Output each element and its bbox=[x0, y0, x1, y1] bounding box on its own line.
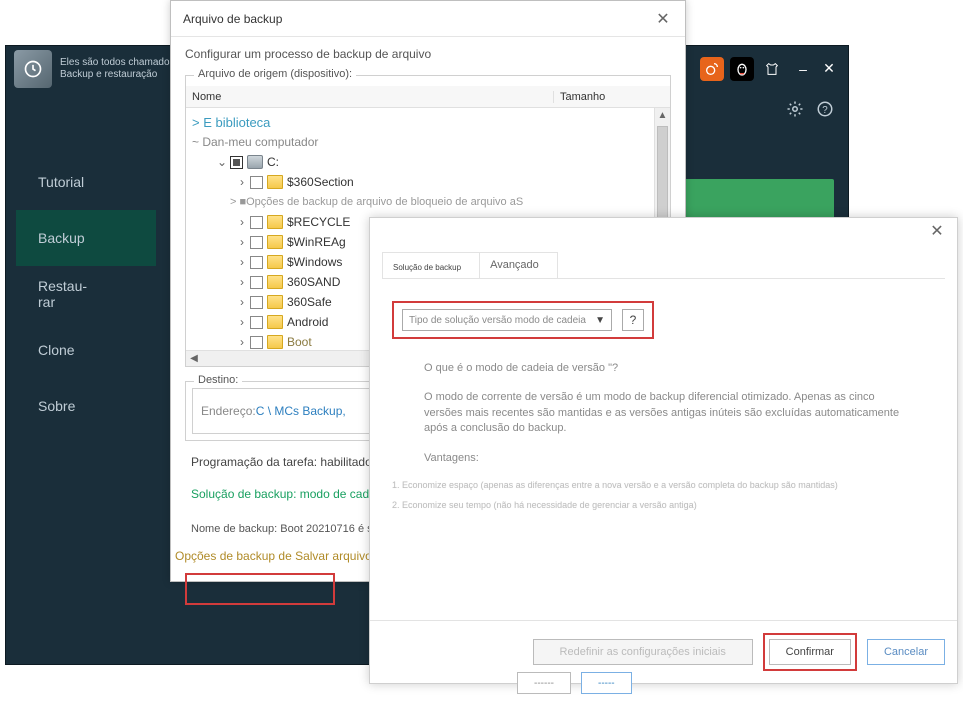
chevron-right-icon[interactable]: › bbox=[234, 175, 250, 189]
folder-icon bbox=[267, 275, 283, 289]
chevron-right-icon[interactable]: › bbox=[234, 255, 250, 269]
cancel-button[interactable]: Cancelar bbox=[867, 639, 945, 665]
advantage-item: 1. Economize espaço (apenas as diferença… bbox=[392, 480, 935, 490]
source-legend: Arquivo de origem (dispositivo): bbox=[194, 68, 356, 80]
folder-icon bbox=[267, 315, 283, 329]
close-button[interactable]: ✕ bbox=[818, 58, 840, 80]
close-icon[interactable]: ✕ bbox=[927, 221, 947, 241]
checkbox-partial[interactable] bbox=[230, 156, 243, 169]
tree-item-computer[interactable]: ~ Dan-meu computador bbox=[186, 132, 654, 152]
checkbox[interactable] bbox=[250, 336, 263, 349]
help-icon[interactable]: ? bbox=[814, 98, 836, 120]
options-footer: Redefinir as configurações iniciais Conf… bbox=[370, 620, 957, 683]
caret-down-icon: ▼ bbox=[595, 315, 605, 326]
folder-icon bbox=[267, 335, 283, 349]
chevron-down-icon[interactable]: ⌄ bbox=[214, 155, 230, 169]
checkbox[interactable] bbox=[250, 276, 263, 289]
checkbox[interactable] bbox=[250, 176, 263, 189]
backup-options-dialog: ✕ Solução de backup Avançado Tipo de sol… bbox=[369, 217, 958, 684]
sidebar-item-clone[interactable]: Clone bbox=[16, 322, 156, 378]
options-titlebar: ✕ bbox=[370, 218, 957, 244]
tree-lock-hint: > ■ Opções de backup de arquivo de bloqu… bbox=[186, 192, 654, 212]
checkbox[interactable] bbox=[250, 236, 263, 249]
confirm-button[interactable]: Confirmar bbox=[769, 639, 851, 665]
window-controls: – ✕ bbox=[792, 58, 840, 80]
systray bbox=[700, 57, 784, 81]
destination-legend: Destino: bbox=[194, 374, 242, 386]
help-button[interactable]: ? bbox=[622, 309, 644, 331]
dialog-subtitle: Configurar um processo de backup de arqu… bbox=[185, 47, 671, 61]
chevron-right-icon[interactable]: › bbox=[234, 275, 250, 289]
chevron-right-icon[interactable]: › bbox=[234, 315, 250, 329]
chevron-right-icon[interactable]: › bbox=[234, 235, 250, 249]
tree-item-c-drive[interactable]: ⌄ C: bbox=[186, 152, 654, 172]
qq-icon[interactable] bbox=[730, 57, 754, 81]
checkbox[interactable] bbox=[250, 216, 263, 229]
col-name[interactable]: Nome bbox=[186, 91, 554, 103]
svg-text:?: ? bbox=[822, 104, 828, 115]
dialog-titlebar: Arquivo de backup ✕ bbox=[171, 1, 685, 37]
chevron-right-icon[interactable]: › bbox=[234, 215, 250, 229]
highlight-box-confirm: Confirmar bbox=[763, 633, 857, 671]
advantage-item: 2. Economize seu tempo (não há necessida… bbox=[392, 500, 935, 510]
highlight-box-select: Tipo de solução versão modo de cadeia ▼ … bbox=[392, 301, 654, 339]
sidebar-item-tutorial[interactable]: Tutorial bbox=[16, 154, 156, 210]
sidebar-item-restore[interactable]: Restau- rar bbox=[16, 266, 156, 322]
select-value: Tipo de solução versão modo de cadeia bbox=[409, 315, 586, 326]
dest-prefix: Endereço: bbox=[201, 404, 256, 418]
folder-icon bbox=[267, 175, 283, 189]
tree-item[interactable]: ›$360Section bbox=[186, 172, 654, 192]
dialog-title: Arquivo de backup bbox=[183, 12, 282, 26]
shirt-icon[interactable] bbox=[760, 57, 784, 81]
tab-advanced[interactable]: Avançado bbox=[479, 252, 558, 278]
solution-type-select[interactable]: Tipo de solução versão modo de cadeia ▼ bbox=[402, 309, 612, 331]
sidebar: Tutorial Backup Restau- rar Clone Sobre bbox=[16, 154, 156, 434]
scroll-up-icon[interactable]: ▲ bbox=[655, 108, 670, 124]
col-size[interactable]: Tamanho bbox=[554, 91, 654, 103]
dest-path: C \ MCs Backup, bbox=[256, 404, 346, 418]
chevron-right-icon[interactable]: › bbox=[234, 295, 250, 309]
app-logo-icon bbox=[14, 50, 52, 88]
reset-button[interactable]: Redefinir as configurações iniciais bbox=[533, 639, 753, 665]
weibo-icon[interactable] bbox=[700, 57, 724, 81]
disk-icon bbox=[247, 155, 263, 169]
checkbox[interactable] bbox=[250, 296, 263, 309]
description-block: O que é o modo de cadeia de versão "? O … bbox=[424, 361, 903, 466]
minimize-button[interactable]: – bbox=[792, 58, 814, 80]
tree-item-library[interactable]: > E biblioteca bbox=[186, 112, 654, 132]
advantages-title: Vantagens: bbox=[424, 451, 903, 466]
folder-icon bbox=[267, 295, 283, 309]
sidebar-item-backup[interactable]: Backup bbox=[16, 210, 156, 266]
checkbox[interactable] bbox=[250, 256, 263, 269]
close-icon[interactable]: ✕ bbox=[653, 9, 673, 29]
checkbox[interactable] bbox=[250, 316, 263, 329]
tab-scheme[interactable]: Solução de backup bbox=[382, 252, 480, 278]
tree-header: Nome Tamanho bbox=[186, 86, 670, 108]
sidebar-item-about[interactable]: Sobre bbox=[16, 378, 156, 434]
folder-icon bbox=[267, 215, 283, 229]
desc-title: O que é o modo de cadeia de versão "? bbox=[424, 361, 903, 376]
advantages-list: 1. Economize espaço (apenas as diferença… bbox=[392, 480, 935, 510]
folder-icon bbox=[267, 255, 283, 269]
chevron-right-icon[interactable]: › bbox=[234, 335, 250, 349]
tabbar: Solução de backup Avançado bbox=[382, 252, 945, 279]
desc-body: O modo de corrente de versão é um modo d… bbox=[424, 390, 903, 436]
gear-icon[interactable] bbox=[784, 98, 806, 120]
folder-icon bbox=[267, 235, 283, 249]
scroll-left-icon[interactable]: ◀ bbox=[186, 353, 202, 364]
